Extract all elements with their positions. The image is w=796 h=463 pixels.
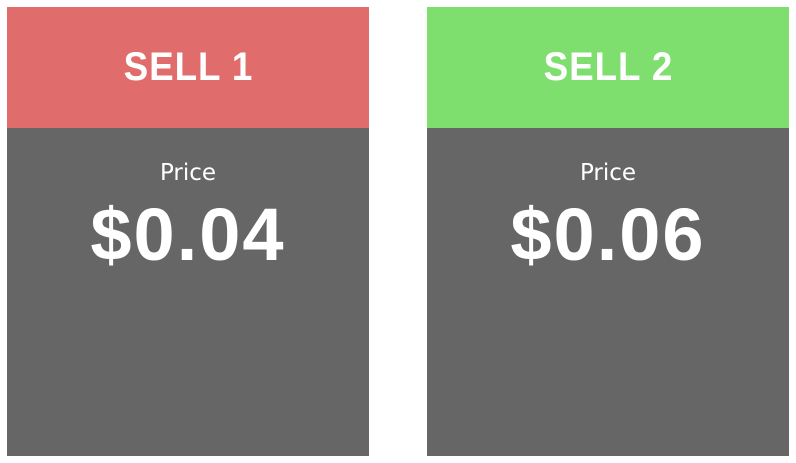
sell-2-card[interactable]: SELL 2 Price $0.06: [427, 7, 789, 456]
sell-2-price-label: Price: [579, 160, 637, 186]
sell-1-title: SELL 1: [123, 45, 253, 89]
sell-1-card[interactable]: SELL 1 Price $0.04: [7, 7, 369, 456]
sell-2-header: SELL 2: [427, 7, 789, 128]
sell-1-header: SELL 1: [7, 7, 369, 128]
sell-2-body: Price $0.06: [427, 158, 789, 277]
sell-2-title: SELL 2: [543, 45, 673, 89]
sell-1-price-label: Price: [159, 160, 217, 186]
sell-2-price-value: $0.06: [510, 193, 706, 276]
sell-1-price-value: $0.04: [90, 193, 286, 276]
sell-1-body: Price $0.04: [7, 158, 369, 277]
